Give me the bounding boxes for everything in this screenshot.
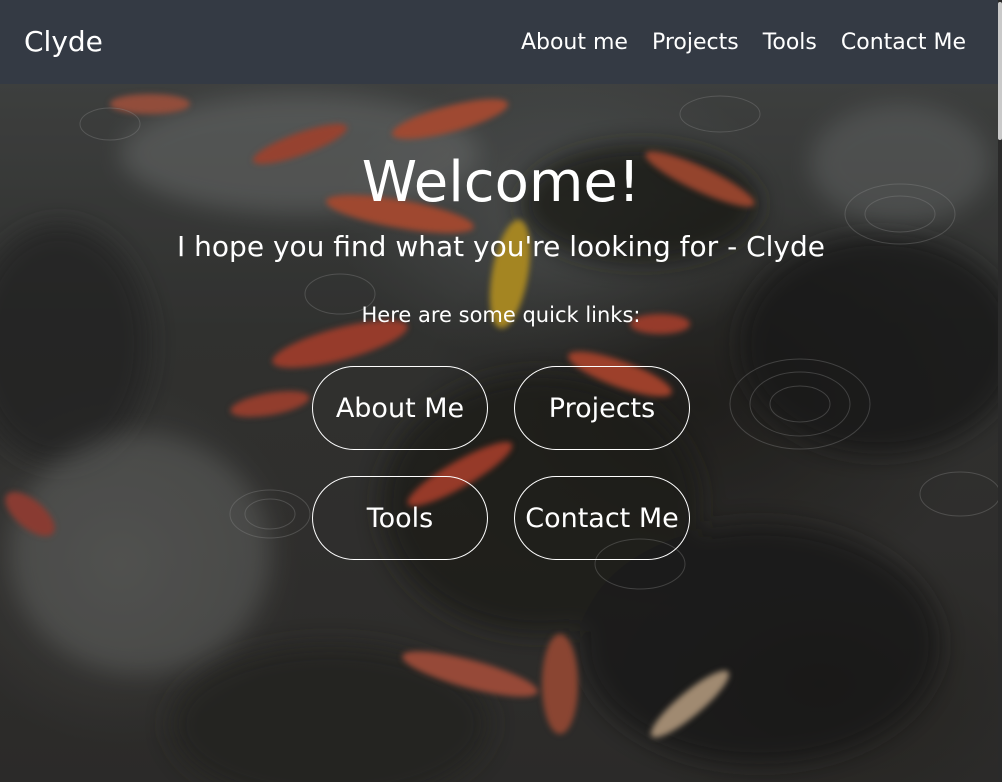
brand-link[interactable]: Clyde: [24, 22, 103, 62]
scrollbar-thumb[interactable]: [998, 2, 1002, 140]
quick-link-projects-button[interactable]: Projects: [514, 366, 690, 450]
nav-link-about[interactable]: About me: [521, 24, 628, 62]
nav-link-projects[interactable]: Projects: [652, 24, 739, 62]
quick-links-label: Here are some quick links:: [361, 303, 641, 327]
quick-link-tools-button[interactable]: Tools: [312, 476, 488, 560]
nav-link-contact[interactable]: Contact Me: [841, 24, 966, 62]
nav-links: About me Projects Tools Contact Me: [521, 24, 966, 62]
quick-link-contact-button[interactable]: Contact Me: [514, 476, 690, 560]
page-title: Welcome!: [361, 150, 641, 215]
navbar: Clyde About me Projects Tools Contact Me: [0, 0, 1002, 84]
page-scrollbar[interactable]: [998, 0, 1002, 782]
nav-link-tools[interactable]: Tools: [763, 24, 817, 62]
hero-content: Welcome! I hope you find what you're loo…: [0, 84, 1002, 782]
quick-link-about-button[interactable]: About Me: [312, 366, 488, 450]
page: Clyde About me Projects Tools Contact Me: [0, 0, 1002, 782]
page-subtitle: I hope you find what you're looking for …: [177, 230, 825, 263]
